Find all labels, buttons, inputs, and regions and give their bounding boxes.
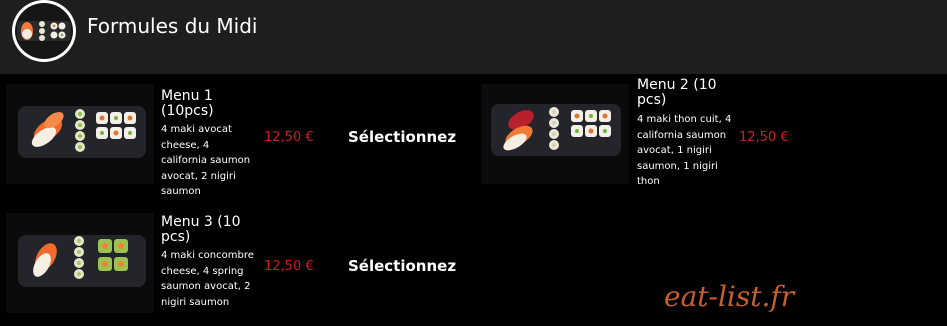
menu-1-price: 12,50 € [264,130,314,145]
menu-1-photo [6,84,154,184]
restaurant-logo[interactable] [12,0,76,62]
menu-2-description: 4 maki thon cuit, 4 california saumon av… [637,114,732,187]
menu-1-select-button[interactable]: Sélectionnez [348,128,456,146]
menu-card-2[interactable]: Menu 2 (10 pcs) 4 maki thon cuit, 4 cali… [481,78,947,204]
page-title: Formules du Midi [87,14,258,38]
menu-2-title: Menu 2 (10 pcs) [637,77,717,108]
menu-3-price: 12,50 € [264,259,314,274]
menu-3-title: Menu 3 (10 pcs) [161,214,241,245]
site-watermark: eat-list.fr [664,280,795,313]
menu-2-photo [481,84,629,184]
sushi-logo-icon [17,21,71,41]
menu-3-select-button[interactable]: Sélectionnez [348,257,456,275]
menu-card-3[interactable]: Menu 3 (10 pcs) 4 maki concombre cheese,… [6,213,476,326]
menu-3-photo [6,213,154,313]
menu-card-1[interactable]: Menu 1 (10pcs) 4 maki avocat cheese, 4 c… [6,84,476,204]
header-bar: Formules du Midi [0,0,947,74]
menu-2-price: 12,50 € [739,130,789,145]
menu-1-description: 4 maki avocat cheese, 4 california saumo… [161,124,251,197]
menu-3-description: 4 maki concombre cheese, 4 spring saumon… [161,250,254,308]
menu-1-title: Menu 1 (10pcs) [161,88,214,119]
